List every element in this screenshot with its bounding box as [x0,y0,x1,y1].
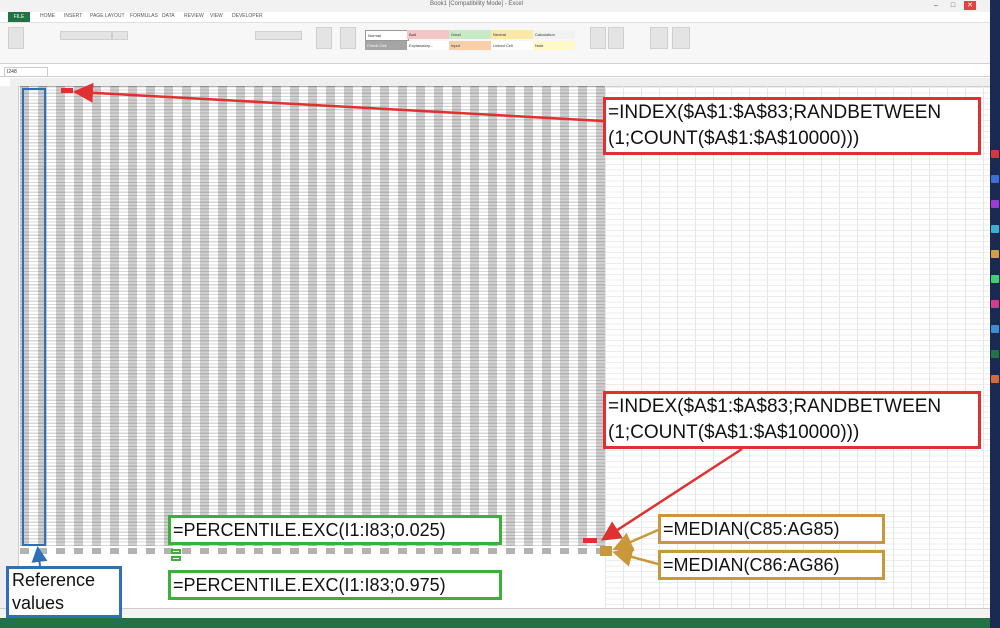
formula-annotation-middle: =INDEX($A$1:$A$83;RANDBETWEEN (1;COUNT($… [603,391,981,449]
arrow-formula-top [73,82,604,123]
arrow-reference [31,546,48,567]
arrow-median-86 [612,547,659,567]
formula-annotation-top: =INDEX($A$1:$A$83;RANDBETWEEN (1;COUNT($… [603,97,981,155]
percentile-low-annotation: =PERCENTILE.EXC(I1:I83;0.025) [168,515,502,545]
median-86-annotation: =MEDIAN(C86:AG86) [658,550,885,580]
median-85-annotation: =MEDIAN(C85:AG85) [658,514,885,544]
arrow-median-85 [612,528,659,552]
percentile-high-annotation: =PERCENTILE.EXC(I1:I83;0.975) [168,570,502,600]
reference-values-label: Reference values [6,566,122,618]
